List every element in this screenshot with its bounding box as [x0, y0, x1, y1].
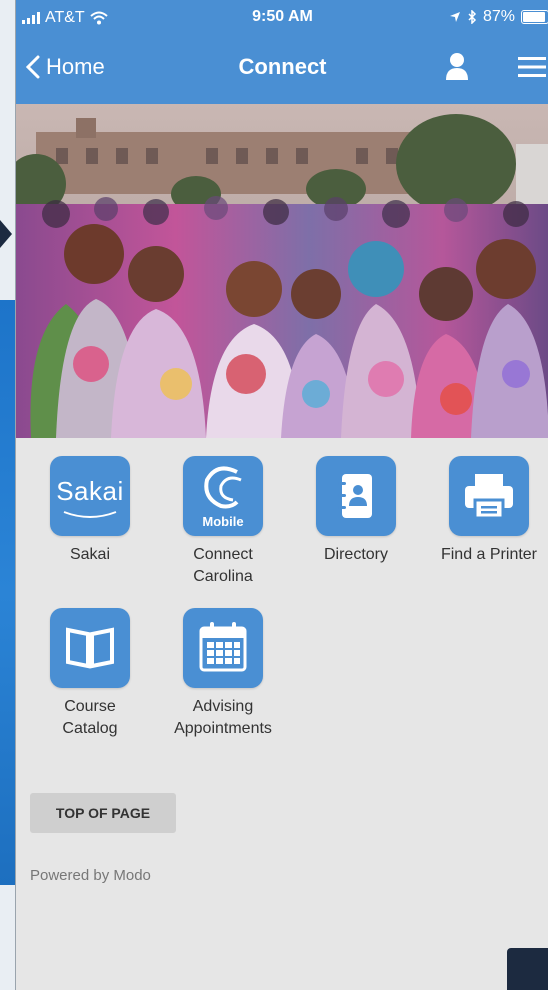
phone-screen: AT&T 9:50 AM 87% Home Connect Sakai Saka… [15, 0, 548, 990]
location-arrow-icon [449, 12, 460, 22]
open-book-icon [50, 608, 130, 688]
nav-bar: Home Connect [16, 34, 548, 104]
tile-directory-label: Directory [323, 546, 388, 563]
menu-icon[interactable] [518, 56, 546, 78]
tile-sakai-label: Sakai [69, 546, 111, 563]
powered-by-text: Powered by Modo [30, 867, 151, 884]
status-bar: AT&T 9:50 AM 87% [16, 0, 548, 34]
connect-carolina-icon: Mobile [183, 456, 263, 536]
background-panel [0, 300, 15, 885]
top-of-page-button[interactable]: TOP OF PAGE [30, 793, 176, 833]
user-icon[interactable] [444, 52, 470, 80]
tile-course-catalog-label: Course Catalog [62, 698, 118, 737]
tile-course-catalog[interactable]: Course Catalog [20, 608, 160, 740]
tile-advising-appointments[interactable]: Advising Appointments [153, 608, 293, 740]
battery-percent: 87% [482, 8, 515, 25]
background-arrow [0, 220, 12, 248]
tile-sakai[interactable]: Sakai Sakai [20, 456, 160, 566]
printer-icon [449, 456, 529, 536]
tile-advising-appointments-label: Advising Appointments [174, 698, 272, 737]
status-right: 87% [449, 8, 548, 26]
tile-directory[interactable]: Directory [286, 456, 426, 566]
tile-connect-carolina-label: Connect Carolina [193, 546, 253, 585]
tile-connect-carolina[interactable]: Mobile Connect Carolina [153, 456, 293, 588]
calendar-icon [183, 608, 263, 688]
hero-photo [16, 104, 548, 438]
address-book-icon [316, 456, 396, 536]
mobile-badge: Mobile [202, 514, 244, 529]
tile-find-printer-label: Find a Printer [440, 546, 538, 563]
battery-icon [521, 10, 548, 24]
sakai-logo-text: Sakai [56, 476, 124, 506]
tile-find-printer[interactable]: Find a Printer [419, 456, 548, 566]
bluetooth-icon [468, 10, 477, 24]
sakai-logo-icon: Sakai [50, 456, 130, 536]
corner-button[interactable] [507, 948, 548, 990]
